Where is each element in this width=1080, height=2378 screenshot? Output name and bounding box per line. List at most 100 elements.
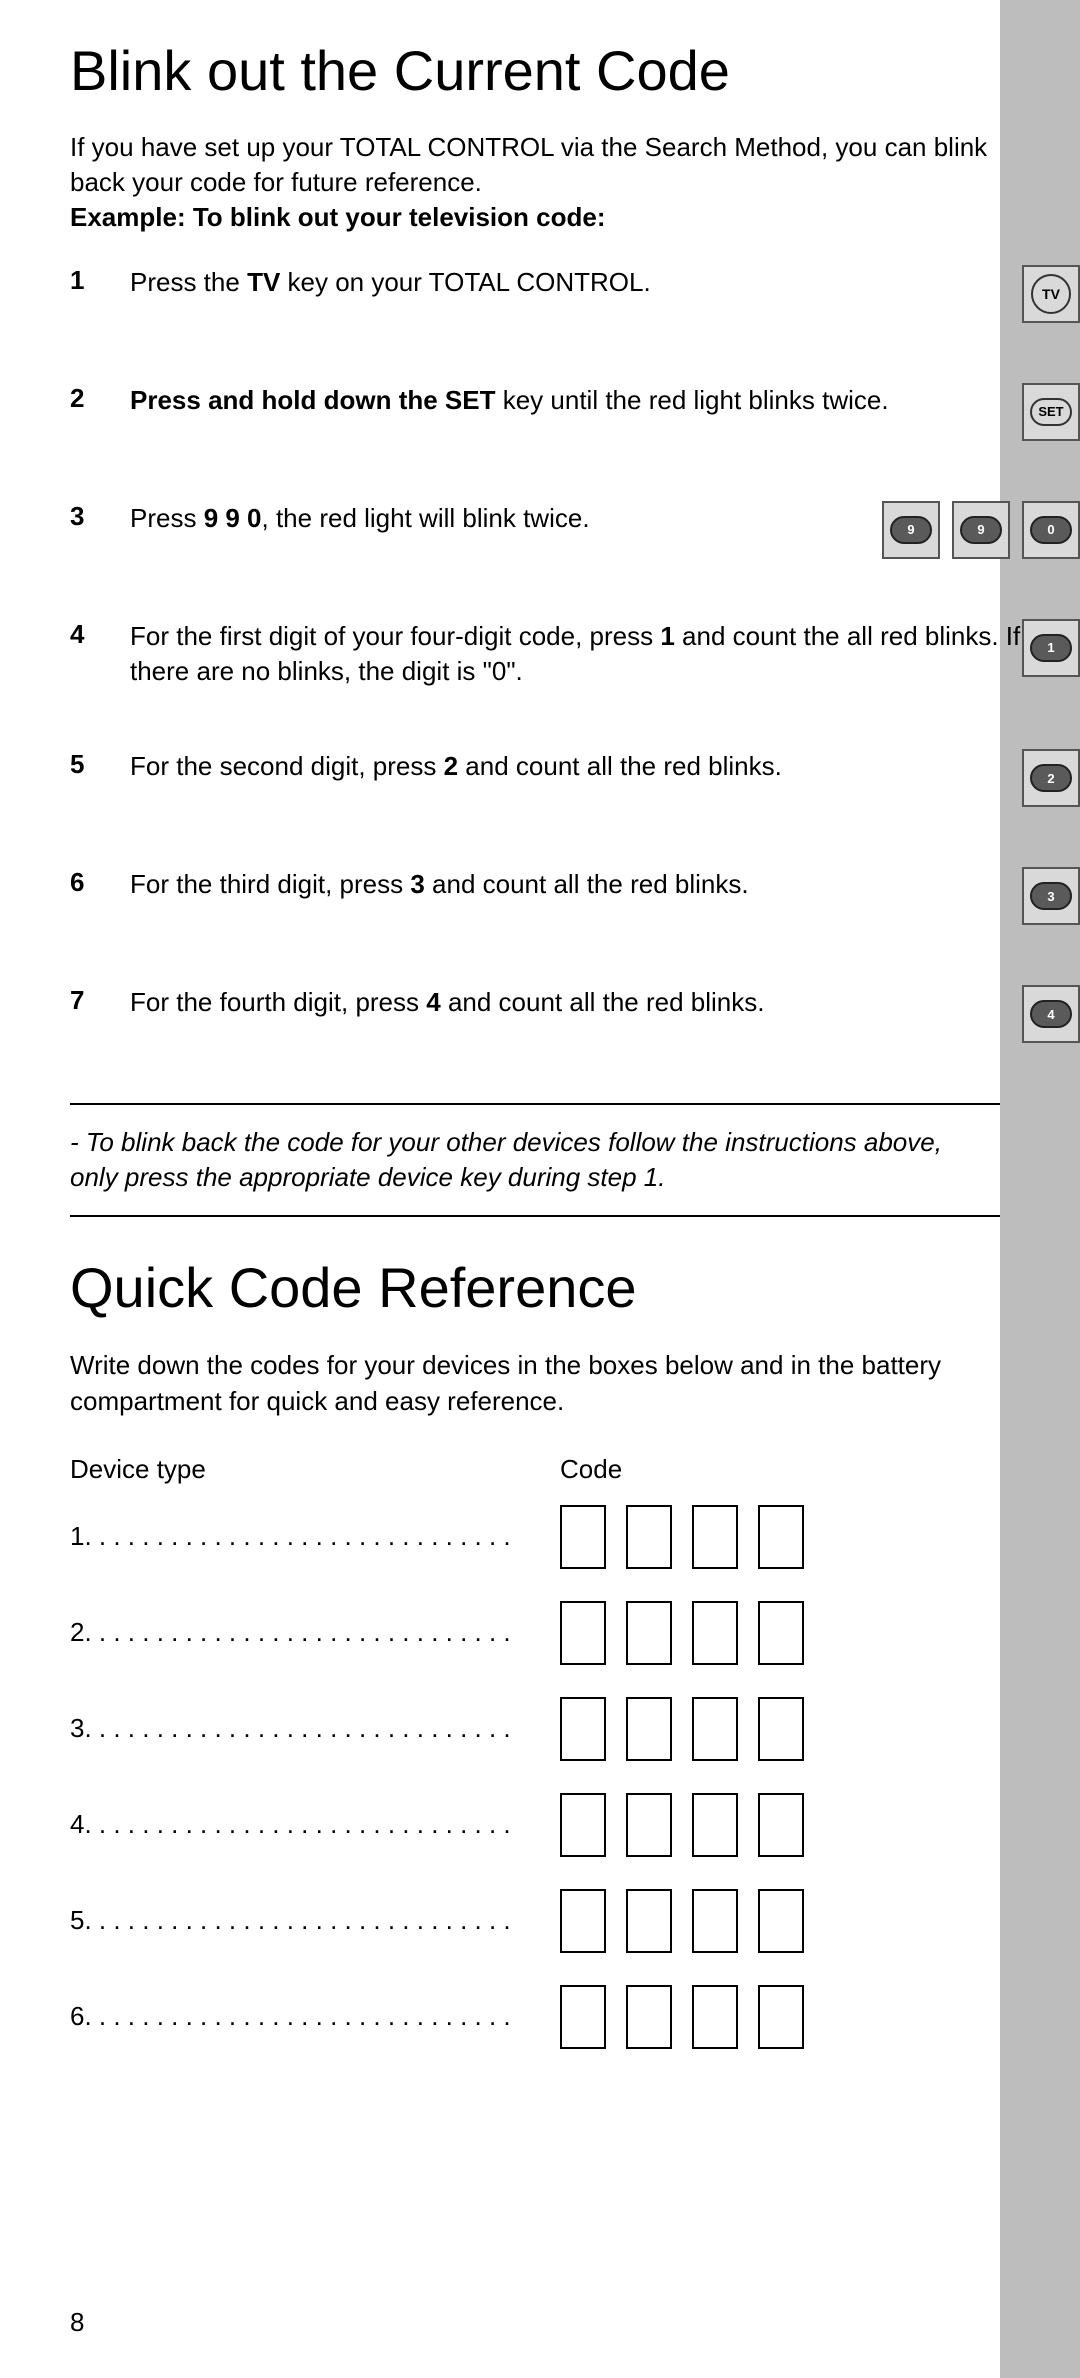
remote-key-icon: TV xyxy=(1022,265,1080,323)
ref-row: 2. . . . . . . . . . . . . . . . . . . .… xyxy=(70,1601,1000,1665)
remote-key-label: 9 xyxy=(890,516,932,544)
step-row: 7For the fourth digit, press 4 and count… xyxy=(70,985,1080,1043)
remote-key-icon: 9 xyxy=(952,501,1010,559)
step-number: 1 xyxy=(70,265,130,296)
section-title-blink: Blink out the Current Code xyxy=(70,40,1000,102)
step-text: Press the TV key on your TOTAL CONTROL. xyxy=(130,265,1022,300)
step-row: 2Press and hold down the SET key until t… xyxy=(70,383,1080,441)
ref-row-label: 6. . . . . . . . . . . . . . . . . . . .… xyxy=(70,2001,560,2032)
code-box[interactable] xyxy=(692,1601,738,1665)
remote-key-icon: 0 xyxy=(1022,501,1080,559)
remote-key-icon: 4 xyxy=(1022,985,1080,1043)
code-box[interactable] xyxy=(560,1985,606,2049)
remote-key-icon: 3 xyxy=(1022,867,1080,925)
code-box[interactable] xyxy=(626,1601,672,1665)
step-keys: 1 xyxy=(1022,619,1080,677)
code-box[interactable] xyxy=(692,1505,738,1569)
remote-key-label: 4 xyxy=(1030,1000,1072,1028)
ref-table-head: Device type Code xyxy=(70,1454,1000,1485)
code-box[interactable] xyxy=(560,1889,606,1953)
step-text: For the fourth digit, press 4 and count … xyxy=(130,985,1022,1020)
divider xyxy=(70,1103,1000,1105)
step-number: 4 xyxy=(70,619,130,650)
code-box[interactable] xyxy=(758,1889,804,1953)
ref-row-label: 1. . . . . . . . . . . . . . . . . . . .… xyxy=(70,1521,560,1552)
step-number: 3 xyxy=(70,501,130,532)
code-box[interactable] xyxy=(626,1889,672,1953)
code-box[interactable] xyxy=(560,1505,606,1569)
step-number: 6 xyxy=(70,867,130,898)
step-text: Press and hold down the SET key until th… xyxy=(130,383,1022,418)
remote-key-label: 0 xyxy=(1030,516,1072,544)
step-text: For the first digit of your four-digit c… xyxy=(130,619,1022,689)
page-number: 8 xyxy=(70,2307,84,2338)
code-box[interactable] xyxy=(626,1505,672,1569)
remote-key-icon: 2 xyxy=(1022,749,1080,807)
code-box[interactable] xyxy=(758,1793,804,1857)
step-keys: 990 xyxy=(882,501,1080,559)
ref-row: 5. . . . . . . . . . . . . . . . . . . .… xyxy=(70,1889,1000,1953)
code-box[interactable] xyxy=(560,1793,606,1857)
remote-key-label: 9 xyxy=(960,516,1002,544)
footnote: - To blink back the code for your other … xyxy=(70,1125,990,1195)
intro-block: If you have set up your TOTAL CONTROL vi… xyxy=(70,130,1000,235)
step-row: 5For the second digit, press 2 and count… xyxy=(70,749,1080,807)
code-box[interactable] xyxy=(626,1985,672,2049)
step-row: 1Press the TV key on your TOTAL CONTROL.… xyxy=(70,265,1080,323)
divider xyxy=(70,1215,1000,1217)
remote-key-label: 3 xyxy=(1030,882,1072,910)
code-boxes xyxy=(560,1697,804,1761)
code-boxes xyxy=(560,1889,804,1953)
step-keys: SET xyxy=(1022,383,1080,441)
ref-row: 3. . . . . . . . . . . . . . . . . . . .… xyxy=(70,1697,1000,1761)
code-boxes xyxy=(560,1793,804,1857)
code-box[interactable] xyxy=(560,1697,606,1761)
quick-intro: Write down the codes for your devices in… xyxy=(70,1347,970,1420)
ref-row-label: 5. . . . . . . . . . . . . . . . . . . .… xyxy=(70,1905,560,1936)
step-row: 4For the first digit of your four-digit … xyxy=(70,619,1080,689)
code-box[interactable] xyxy=(692,1697,738,1761)
step-text: For the third digit, press 3 and count a… xyxy=(130,867,1022,902)
ref-row-label: 3. . . . . . . . . . . . . . . . . . . .… xyxy=(70,1713,560,1744)
section-title-quick: Quick Code Reference xyxy=(70,1257,1000,1319)
step-text: For the second digit, press 2 and count … xyxy=(130,749,1022,784)
code-box[interactable] xyxy=(692,1889,738,1953)
remote-key-label: 2 xyxy=(1030,764,1072,792)
step-text: Press 9 9 0, the red light will blink tw… xyxy=(130,501,882,536)
steps-list: 1Press the TV key on your TOTAL CONTROL.… xyxy=(70,265,1080,1043)
step-keys: 4 xyxy=(1022,985,1080,1043)
remote-key-icon: SET xyxy=(1022,383,1080,441)
step-number: 7 xyxy=(70,985,130,1016)
code-boxes xyxy=(560,1601,804,1665)
code-boxes xyxy=(560,1985,804,2049)
step-row: 3Press 9 9 0, the red light will blink t… xyxy=(70,501,1080,559)
ref-row-label: 2. . . . . . . . . . . . . . . . . . . .… xyxy=(70,1617,560,1648)
code-box[interactable] xyxy=(758,1697,804,1761)
step-keys: 3 xyxy=(1022,867,1080,925)
col-code: Code xyxy=(560,1454,622,1485)
code-box[interactable] xyxy=(758,1985,804,2049)
remote-key-label: SET xyxy=(1030,398,1072,426)
code-box[interactable] xyxy=(560,1601,606,1665)
ref-rows: 1. . . . . . . . . . . . . . . . . . . .… xyxy=(70,1505,1000,2049)
step-number: 2 xyxy=(70,383,130,414)
code-box[interactable] xyxy=(626,1793,672,1857)
remote-key-icon: 1 xyxy=(1022,619,1080,677)
ref-row: 6. . . . . . . . . . . . . . . . . . . .… xyxy=(70,1985,1000,2049)
code-box[interactable] xyxy=(626,1697,672,1761)
code-box[interactable] xyxy=(758,1505,804,1569)
step-keys: 2 xyxy=(1022,749,1080,807)
code-box[interactable] xyxy=(692,1793,738,1857)
intro-example: Example: To blink out your television co… xyxy=(70,200,1000,235)
remote-key-label: TV xyxy=(1031,274,1071,314)
intro-text: If you have set up your TOTAL CONTROL vi… xyxy=(70,130,1000,200)
ref-row-label: 4. . . . . . . . . . . . . . . . . . . .… xyxy=(70,1809,560,1840)
ref-row: 1. . . . . . . . . . . . . . . . . . . .… xyxy=(70,1505,1000,1569)
code-box[interactable] xyxy=(692,1985,738,2049)
code-box[interactable] xyxy=(758,1601,804,1665)
remote-key-icon: 9 xyxy=(882,501,940,559)
remote-key-label: 1 xyxy=(1030,634,1072,662)
step-number: 5 xyxy=(70,749,130,780)
col-device-type: Device type xyxy=(70,1454,560,1485)
step-row: 6For the third digit, press 3 and count … xyxy=(70,867,1080,925)
